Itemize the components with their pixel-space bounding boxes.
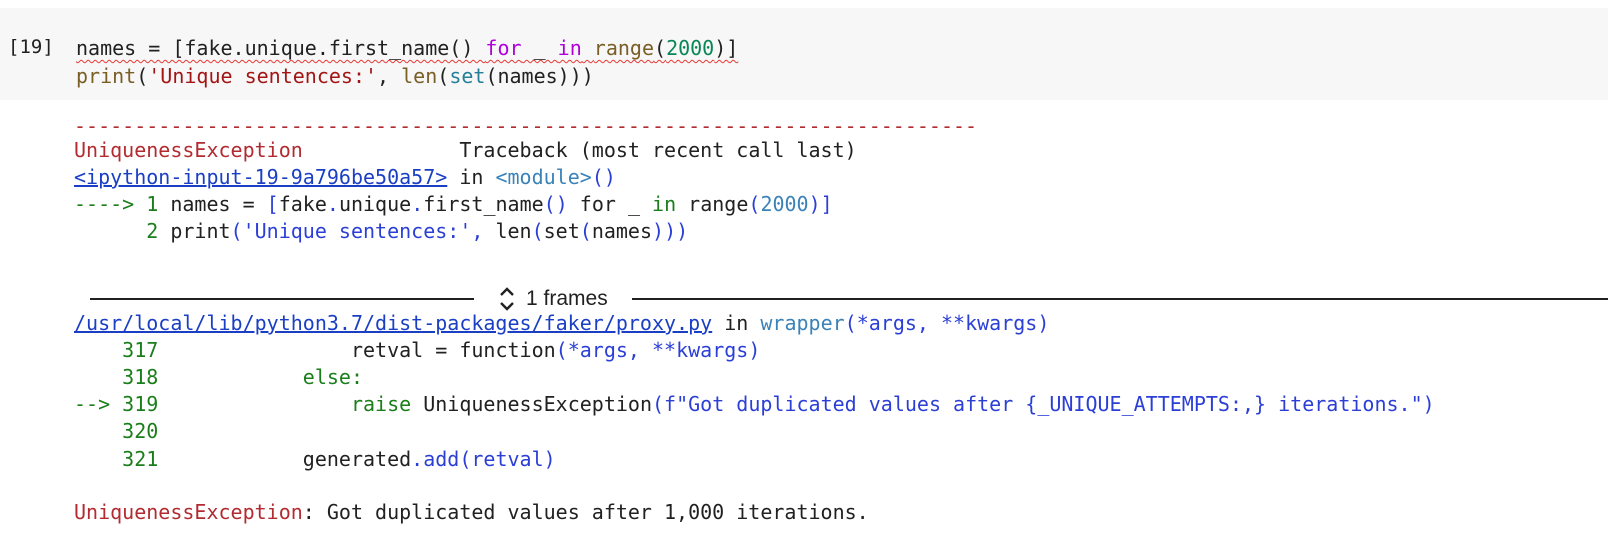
frame-location: /usr/local/lib/python3.7/dist-packages/f… xyxy=(74,311,1050,335)
final-exception-name: UniquenessException xyxy=(74,500,303,524)
traceback-location: <ipython-input-19-9a796be50a57> in <modu… xyxy=(74,165,616,189)
traceback-header-right: Traceback (most recent call last) xyxy=(459,138,857,162)
frames-divider-right xyxy=(632,298,1608,300)
frame-line-318: 318 else: xyxy=(74,365,364,389)
frame-line-320: 320 xyxy=(74,419,159,443)
frame-line-321: 321 generated.add(retval) xyxy=(74,447,556,471)
frame-line-317: 317 retval = function(*args, **kwargs) xyxy=(74,338,761,362)
error-arrow-319: --> 319 xyxy=(74,392,159,416)
exception-message: UniquenessException: Got duplicated valu… xyxy=(74,500,869,524)
function-name: wrapper xyxy=(760,311,845,335)
cell-execution-count: [19] xyxy=(8,36,54,58)
traceback-header: UniquenessException Traceback (most rece… xyxy=(74,136,857,164)
code-line-1-underlined: names = [fake.unique.first_name() for _ … xyxy=(76,36,739,60)
frame-line-319: --> 319 raise UniquenessException(f"Got … xyxy=(74,392,1435,416)
exception-name: UniquenessException xyxy=(74,138,303,162)
code-line-1[interactable]: names = [fake.unique.first_name() for _ … xyxy=(76,34,738,62)
code-cell-input[interactable]: [19] names = [fake.unique.first_name() f… xyxy=(0,8,1608,100)
ipython-input-link[interactable]: <ipython-input-19-9a796be50a57> xyxy=(74,165,447,189)
module-name: <module> xyxy=(495,165,592,189)
code-line-2[interactable]: print('Unique sentences:', len(set(names… xyxy=(76,62,594,90)
traceback-line-2: 2 print('Unique sentences:', len(set(nam… xyxy=(74,219,689,243)
error-arrow: ----> 1 xyxy=(74,192,159,216)
frames-divider-left xyxy=(90,298,474,300)
traceback-arrow-line: ----> 1 names = [fake.unique.first_name(… xyxy=(74,192,833,216)
source-file-link[interactable]: /usr/local/lib/python3.7/dist-packages/f… xyxy=(74,311,712,335)
frames-count-label: 1 frames xyxy=(526,287,608,310)
